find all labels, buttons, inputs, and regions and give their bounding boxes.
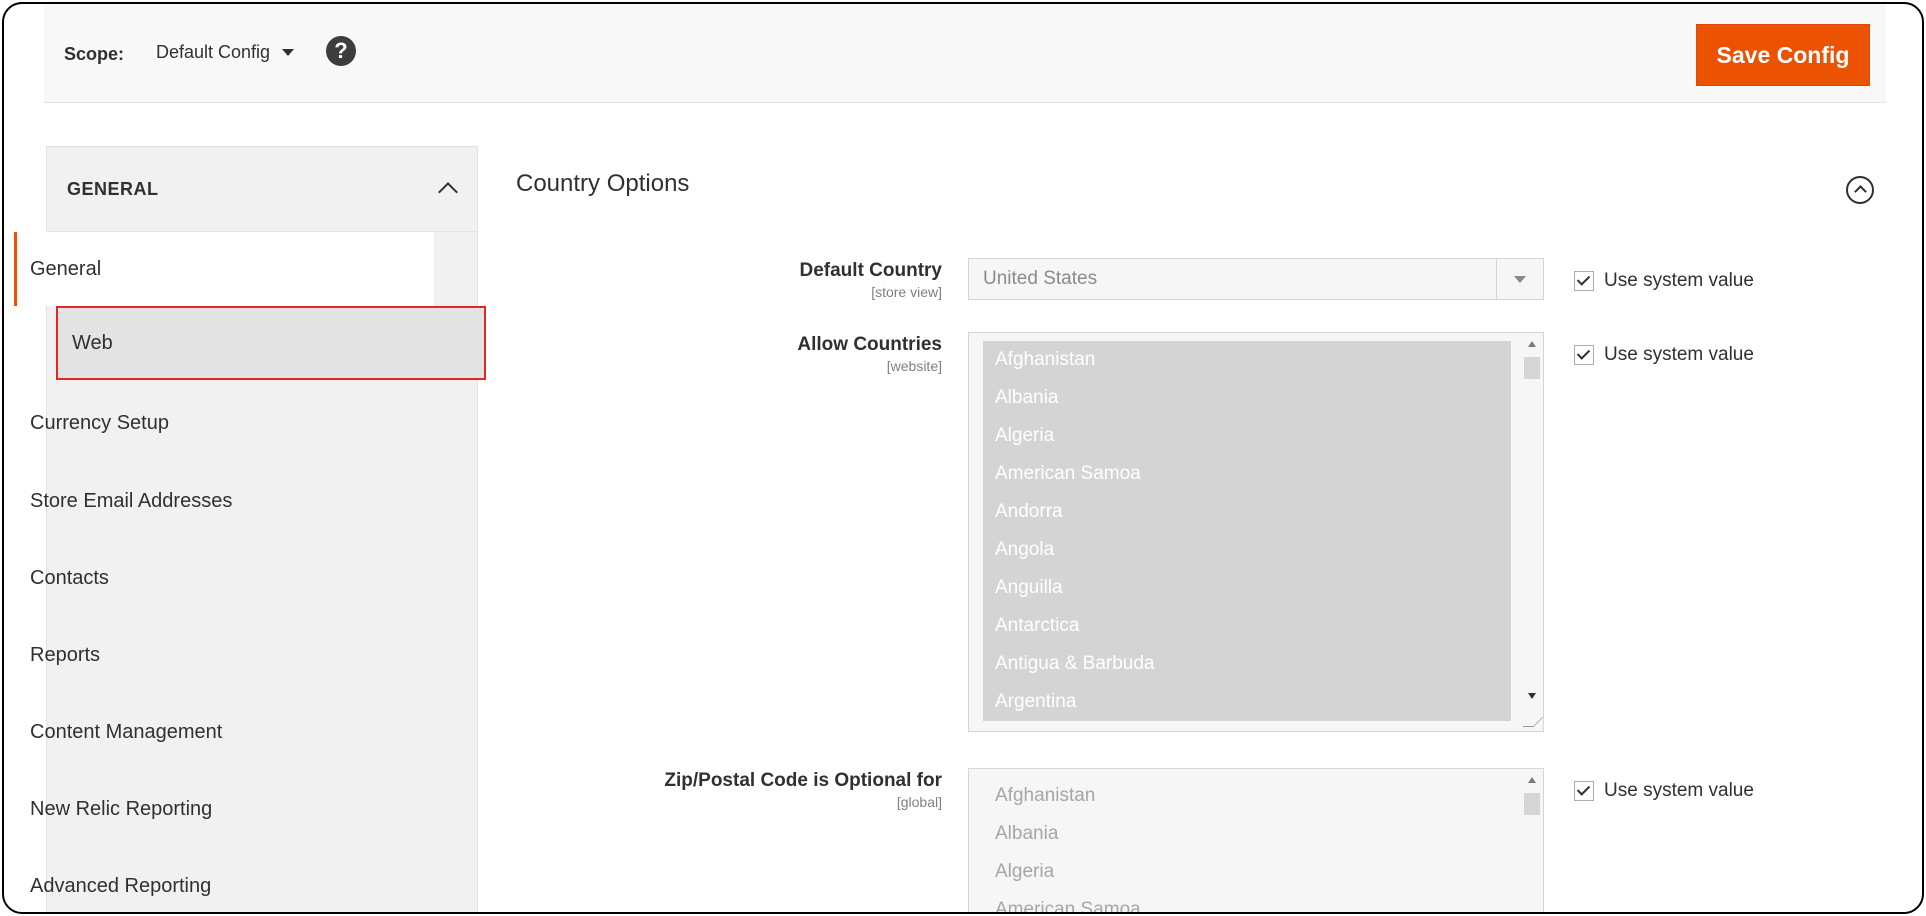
- use-system-label: Use system value: [1604, 270, 1754, 291]
- list-item[interactable]: Andorra: [983, 493, 1511, 531]
- sidebar-item-store-email-addresses[interactable]: Store Email Addresses: [14, 464, 434, 538]
- list-item[interactable]: American Samoa: [983, 891, 1511, 912]
- collapse-section-icon[interactable]: [1846, 176, 1874, 204]
- sidebar-item-reports[interactable]: Reports: [14, 618, 434, 692]
- checkbox-checked-icon[interactable]: [1574, 271, 1594, 291]
- list-item[interactable]: Albania: [983, 379, 1511, 417]
- allow-countries-scope: [website]: [886, 358, 942, 374]
- help-icon[interactable]: ?: [326, 36, 356, 66]
- list-item[interactable]: Albania: [983, 815, 1511, 853]
- scope-switcher[interactable]: Default Config: [156, 42, 295, 63]
- default-country-use-system[interactable]: Use system value: [1574, 270, 1754, 292]
- list-item[interactable]: Algeria: [983, 417, 1511, 455]
- sidebar-item-label: Contacts: [30, 566, 109, 589]
- list-item[interactable]: Anguilla: [983, 569, 1511, 607]
- save-config-button[interactable]: Save Config: [1696, 24, 1870, 86]
- sidebar-item-general[interactable]: General: [14, 232, 434, 306]
- sidebar-item-web[interactable]: Web: [56, 306, 486, 380]
- sidebar-item-label: Reports: [30, 643, 101, 666]
- scroll-up-icon[interactable]: [1528, 777, 1536, 783]
- list-item[interactable]: Argentina: [983, 683, 1511, 721]
- zip-optional-label-group: Zip/Postal Code is Optional for [global]: [664, 770, 942, 810]
- sidebar-item-content-management[interactable]: Content Management: [14, 695, 434, 769]
- allow-countries-use-system[interactable]: Use system value: [1574, 344, 1754, 366]
- sidebar-item-contacts[interactable]: Contacts: [14, 541, 434, 615]
- scope-bar: Scope: Default Config ? Save Config: [44, 4, 1886, 103]
- allow-countries-label-group: Allow Countries [website]: [797, 334, 942, 374]
- list-item[interactable]: Afghanistan: [983, 341, 1511, 379]
- default-country-select[interactable]: United States: [968, 258, 1544, 300]
- sidebar-item-label: General: [30, 257, 102, 280]
- zip-optional-label: Zip/Postal Code is Optional for: [664, 770, 942, 791]
- scroll-thumb[interactable]: [1524, 793, 1540, 815]
- sidebar-section-toggle[interactable]: GENERAL: [47, 147, 477, 232]
- zip-optional-options: Afghanistan Albania Algeria American Sam…: [983, 777, 1511, 912]
- scope-label: Scope:: [64, 44, 125, 64]
- sidebar-item-label: New Relic Reporting: [30, 797, 213, 820]
- window-frame: Scope: Default Config ? Save Config GENE…: [2, 2, 1924, 914]
- sidebar-item-currency-setup[interactable]: Currency Setup: [14, 386, 434, 460]
- scope-selected-value: Default Config: [156, 42, 271, 62]
- chevron-up-icon: [438, 182, 458, 202]
- list-item[interactable]: Afghanistan: [983, 777, 1511, 815]
- allow-countries-options: Afghanistan Albania Algeria American Sam…: [983, 341, 1511, 721]
- list-item[interactable]: Algeria: [983, 853, 1511, 891]
- sidebar-item-label: Web: [72, 331, 113, 354]
- scroll-down-icon[interactable]: [1528, 693, 1536, 699]
- list-item[interactable]: American Samoa: [983, 455, 1511, 493]
- default-country-value: United States: [983, 268, 1098, 289]
- checkbox-checked-icon[interactable]: [1574, 345, 1594, 365]
- zip-optional-use-system[interactable]: Use system value: [1574, 780, 1754, 802]
- list-item[interactable]: Antarctica: [983, 607, 1511, 645]
- sidebar-item-new-relic-reporting[interactable]: New Relic Reporting: [14, 772, 434, 846]
- sidebar-item-label: Currency Setup: [30, 411, 169, 434]
- scroll-thumb[interactable]: [1524, 357, 1540, 379]
- allow-countries-multiselect[interactable]: Afghanistan Albania Algeria American Sam…: [968, 332, 1544, 732]
- list-item[interactable]: Antigua & Barbuda: [983, 645, 1511, 683]
- default-country-label: Default Country: [799, 260, 943, 281]
- sidebar-item-label: Store Email Addresses: [30, 489, 233, 512]
- use-system-label: Use system value: [1604, 780, 1754, 801]
- default-country-label-group: Default Country [store view]: [800, 260, 943, 300]
- zip-optional-multiselect[interactable]: Afghanistan Albania Algeria American Sam…: [968, 768, 1544, 912]
- allow-countries-label: Allow Countries: [797, 334, 942, 355]
- dropdown-arrow: [1496, 259, 1543, 299]
- section-title: Country Options: [516, 170, 690, 197]
- sidebar-item-label: Advanced Reporting: [30, 874, 212, 897]
- caret-down-icon: [282, 49, 295, 56]
- list-item[interactable]: Angola: [983, 531, 1511, 569]
- use-system-label: Use system value: [1604, 344, 1754, 365]
- sidebar-section-title: GENERAL: [67, 178, 159, 199]
- scrollbar[interactable]: [1523, 773, 1541, 912]
- sidebar-item-advanced-reporting[interactable]: Advanced Reporting: [14, 849, 434, 912]
- default-country-scope: [store view]: [871, 284, 942, 300]
- scrollbar[interactable]: [1523, 337, 1541, 727]
- scroll-up-icon[interactable]: [1528, 341, 1536, 347]
- checkbox-checked-icon[interactable]: [1574, 781, 1594, 801]
- caret-down-icon: [1514, 275, 1526, 283]
- sidebar-item-label: Content Management: [30, 720, 223, 743]
- zip-optional-scope: [global]: [896, 794, 942, 810]
